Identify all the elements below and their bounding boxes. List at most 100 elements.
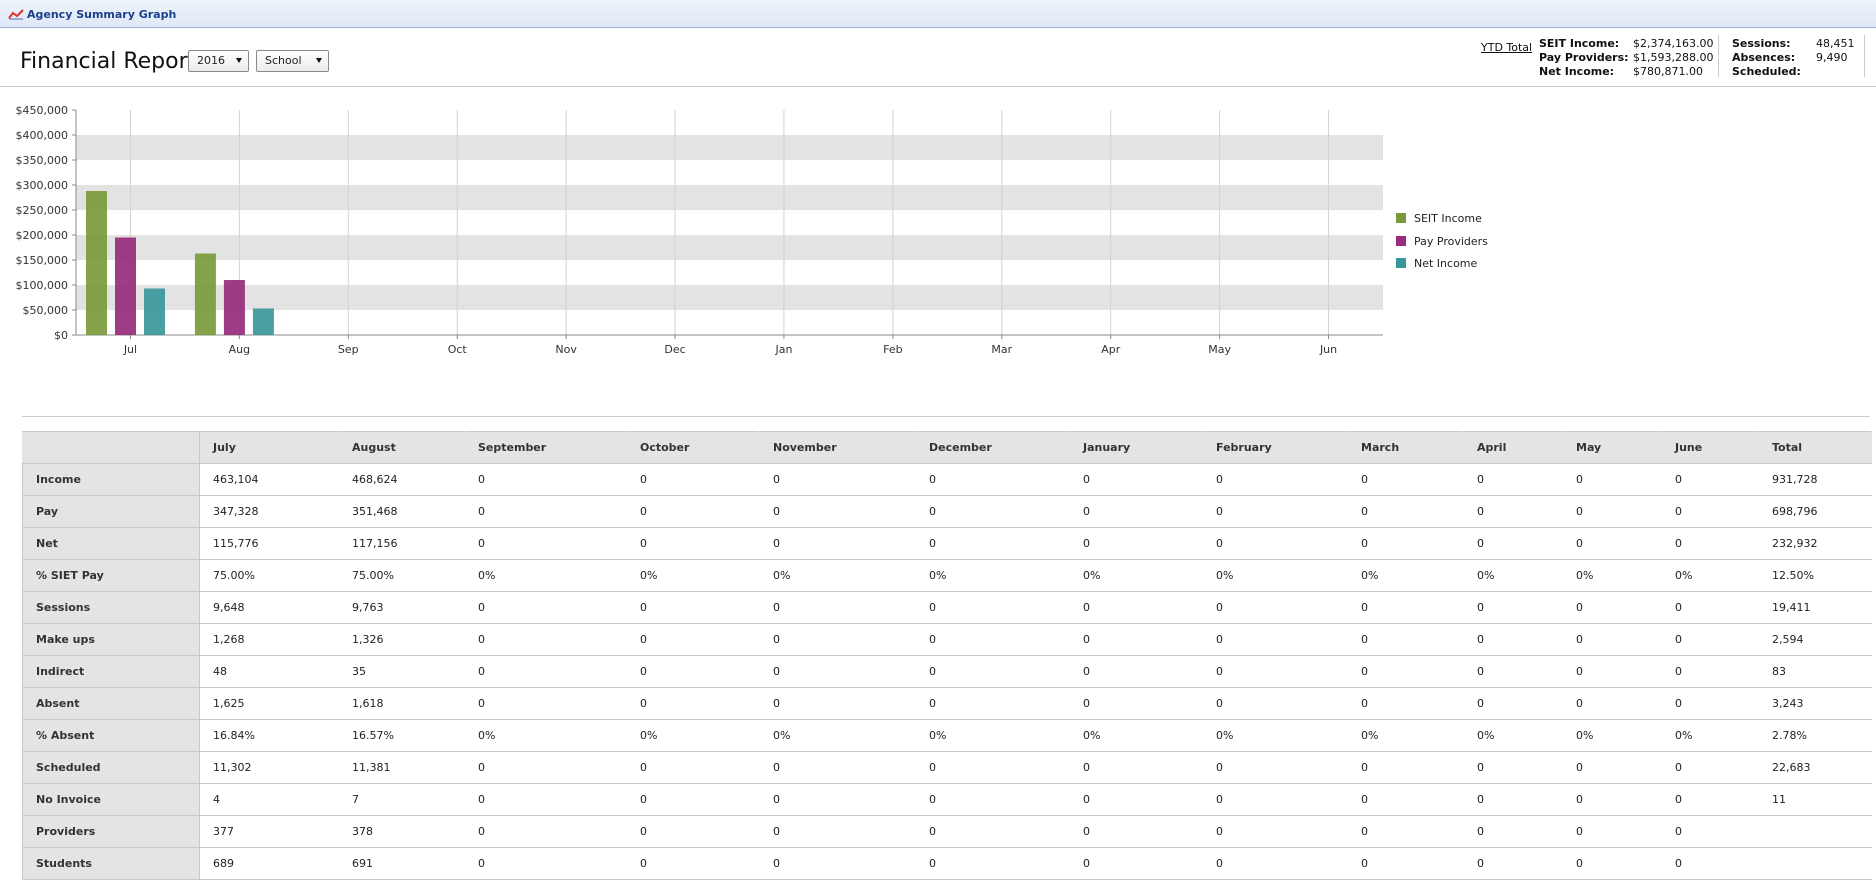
table-cell: 0 [1347, 463, 1464, 496]
table-cell: 0 [915, 783, 1070, 816]
legend-label-net-income: Net Income [1414, 257, 1478, 270]
table-cell: 0 [1069, 495, 1203, 528]
row-header: Net [22, 527, 200, 560]
table-cell: 0 [464, 463, 627, 496]
table-cell: 0 [915, 815, 1070, 848]
table-cell: 0 [1661, 687, 1759, 720]
table-cell: 0 [1347, 495, 1464, 528]
table-cell: 0% [915, 559, 1070, 592]
row-header: Scheduled [22, 751, 200, 784]
table-cell: 0 [464, 623, 627, 656]
table-cell: 0 [1202, 815, 1348, 848]
table-cell: 0% [1202, 719, 1348, 752]
table-row: % Absent 16.84% 16.57% 0% 0% 0% 0% 0% 0% 0% 0% 0% 0%… [22, 719, 1872, 752]
legend-net-income[interactable]: Net Income [1396, 257, 1477, 270]
table-cell: 0 [1069, 847, 1203, 880]
row-header: Pay [22, 495, 200, 528]
table-cell: 0 [915, 495, 1070, 528]
y-tick-label: $100,000 [16, 279, 69, 292]
seit-income-value: $2,374,163.00 [1633, 37, 1714, 50]
y-tick-label: $50,000 [23, 304, 69, 317]
table-cell: 0 [759, 783, 916, 816]
bar-pay-providers [223, 280, 245, 335]
table-row: Sessions 9,648 9,763 0 0 0 0 0 0 0 0 0 0 19,411 [22, 591, 1872, 624]
type-select[interactable]: School [256, 50, 329, 72]
table-cell: 0% [759, 559, 916, 592]
table-cell: 0 [1347, 591, 1464, 624]
table-cell: 0 [1661, 655, 1759, 688]
table-cell: 12.50% [1758, 559, 1872, 592]
table-cell: 0 [1463, 751, 1563, 784]
table-cell: 48 [199, 655, 339, 688]
table-cell: 0 [1562, 783, 1662, 816]
table-cell: 1,326 [338, 623, 465, 656]
table-cell: 0 [759, 815, 916, 848]
column-header: July [199, 431, 339, 464]
table-cell: 75.00% [199, 559, 339, 592]
bar-net-income [144, 288, 165, 335]
table-cell: 11,302 [199, 751, 339, 784]
bar-net-income [252, 308, 274, 335]
legend-seit-income[interactable]: SEIT Income [1396, 212, 1482, 225]
financial-table: July August September October November Decemb… [22, 431, 1872, 880]
legend-swatch-pay-providers [1396, 236, 1406, 246]
table-cell: 0 [1463, 623, 1563, 656]
table-cell: 0 [1562, 655, 1662, 688]
y-tick-label: $200,000 [16, 229, 69, 242]
net-income-label: Net Income: [1539, 65, 1615, 78]
grid-band [76, 285, 1383, 310]
table-cell: 0 [1562, 847, 1662, 880]
table-cell: 377 [199, 815, 339, 848]
table-cell: 0 [1661, 847, 1759, 880]
table-cell: 0 [1202, 463, 1348, 496]
x-tick-label: Nov [555, 343, 577, 356]
table-cell: 0 [1562, 623, 1662, 656]
table-cell: 0 [1463, 655, 1563, 688]
table-cell: 378 [338, 815, 465, 848]
table-cell: 0 [759, 527, 916, 560]
pay-providers-label: Pay Providers: [1539, 51, 1629, 64]
absences-value: 9,490 [1816, 51, 1848, 64]
table-cell: 7 [338, 783, 465, 816]
table-cell: 0 [915, 687, 1070, 720]
table-cell: 0 [1562, 815, 1662, 848]
table-cell: 0 [915, 527, 1070, 560]
legend-pay-providers[interactable]: Pay Providers [1396, 235, 1488, 248]
financial-bar-chart: $0 $50,000 $100,000 $150,000 $200,000 $250,00… [16, 104, 1383, 356]
table-cell: 0 [1463, 687, 1563, 720]
y-tick-label: $150,000 [16, 254, 69, 267]
table-cell: 0 [1562, 463, 1662, 496]
table-cell: 0 [1347, 751, 1464, 784]
stats-divider-right [1864, 35, 1865, 77]
table-cell: 0 [1463, 847, 1563, 880]
chevron-down-icon [316, 58, 322, 63]
table-cell: 0 [1347, 783, 1464, 816]
table-cell: 463,104 [199, 463, 339, 496]
table-cell: 0 [626, 591, 760, 624]
table-cell: 0 [1069, 591, 1203, 624]
table-cell: 115,776 [199, 527, 339, 560]
table-cell: 0 [464, 783, 627, 816]
table-cell: 0 [1069, 463, 1203, 496]
column-header: April [1463, 431, 1563, 464]
page-title: Financial Report [20, 49, 197, 74]
table-cell: 22,683 [1758, 751, 1872, 784]
row-header: Sessions [22, 591, 200, 624]
table-cell: 0 [759, 751, 916, 784]
table-cell: 0 [464, 495, 627, 528]
table-row: Students 689 691 0 0 0 0 0 0 0 0 0 0 [22, 847, 1872, 880]
table-cell: 117,156 [338, 527, 465, 560]
ytd-total-link[interactable]: YTD Total [1481, 41, 1532, 54]
legend-label-pay-providers: Pay Providers [1414, 235, 1488, 248]
table-cell: 0% [1661, 559, 1759, 592]
table-cell: 0 [1562, 751, 1662, 784]
column-header: June [1661, 431, 1759, 464]
table-cell: 0 [1661, 463, 1759, 496]
window-titlebar: Agency Summary Graph [0, 0, 1876, 28]
table-cell: 1,618 [338, 687, 465, 720]
table-cell: 0% [1347, 559, 1464, 592]
table-cell: 0 [1661, 751, 1759, 784]
year-select[interactable]: 2016 [188, 50, 249, 72]
table-cell: 0 [1661, 623, 1759, 656]
column-header: November [759, 431, 916, 464]
